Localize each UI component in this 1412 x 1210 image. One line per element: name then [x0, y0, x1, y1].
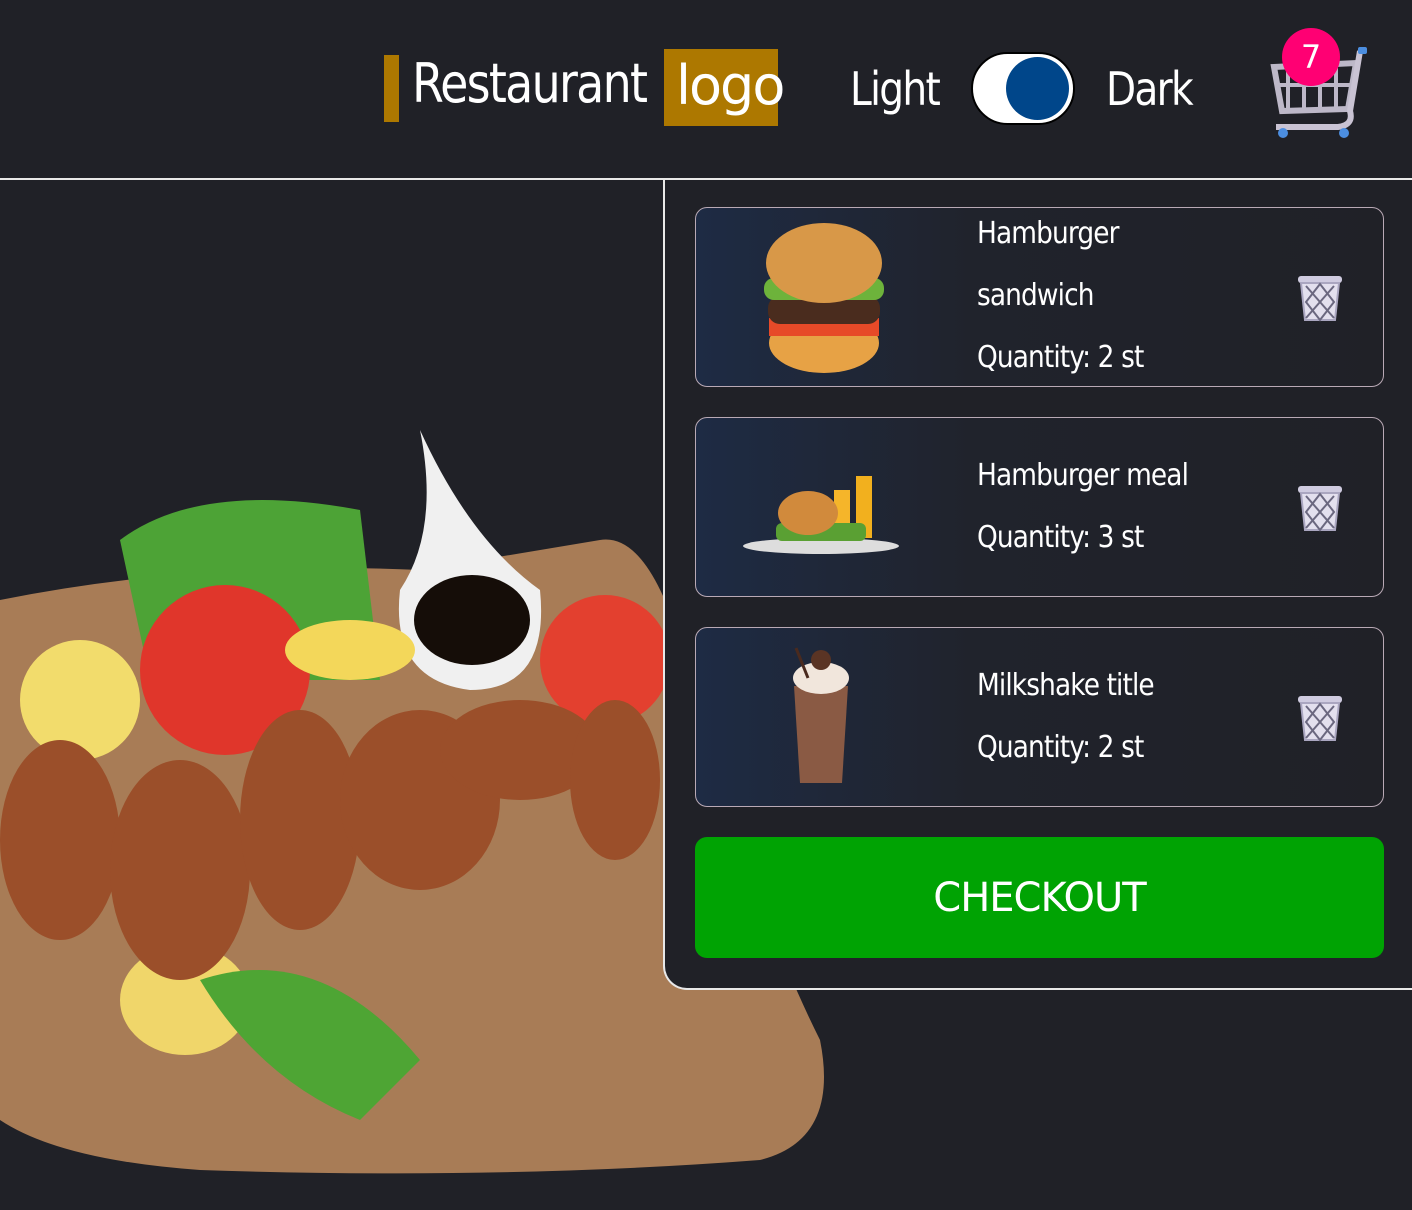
logo-accent-bar — [384, 55, 399, 122]
logo-highlight[interactable]: logo — [664, 49, 785, 126]
hamburger-meal-image — [743, 476, 899, 554]
toggle-knob — [1006, 57, 1069, 120]
item-quantity: Quantity: 3 st — [977, 520, 1144, 555]
trash-icon[interactable] — [1296, 274, 1344, 324]
theme-light-label: Light — [850, 62, 941, 116]
theme-dark-label: Dark — [1106, 62, 1194, 116]
milkshake-image — [793, 647, 849, 783]
item-title-line: Hamburger — [977, 216, 1119, 251]
header: Restaurant logo Light Dark 7 — [0, 0, 1412, 180]
trash-icon[interactable] — [1296, 484, 1344, 534]
trash-icon[interactable] — [1296, 694, 1344, 744]
cart-item: Hamburger sandwich Quantity: 2 st — [695, 207, 1384, 387]
hamburger-image — [764, 223, 884, 373]
cart-panel: Hamburger sandwich Quantity: 2 st Hambur… — [663, 180, 1412, 990]
item-title-line: Milkshake title — [977, 668, 1155, 703]
item-quantity: Quantity: 2 st — [977, 730, 1144, 765]
item-title-line: sandwich — [977, 278, 1094, 313]
item-title-line: Hamburger meal — [977, 458, 1189, 493]
cart-item: Milkshake title Quantity: 2 st — [695, 627, 1384, 807]
cart-count-badge: 7 — [1282, 28, 1340, 86]
item-quantity: Quantity: 2 st — [977, 340, 1144, 375]
checkout-button[interactable]: CHECKOUT — [695, 837, 1384, 958]
cart-item: Hamburger meal Quantity: 3 st — [695, 417, 1384, 597]
logo-text[interactable]: Restaurant — [412, 52, 648, 115]
theme-toggle[interactable] — [971, 52, 1075, 125]
